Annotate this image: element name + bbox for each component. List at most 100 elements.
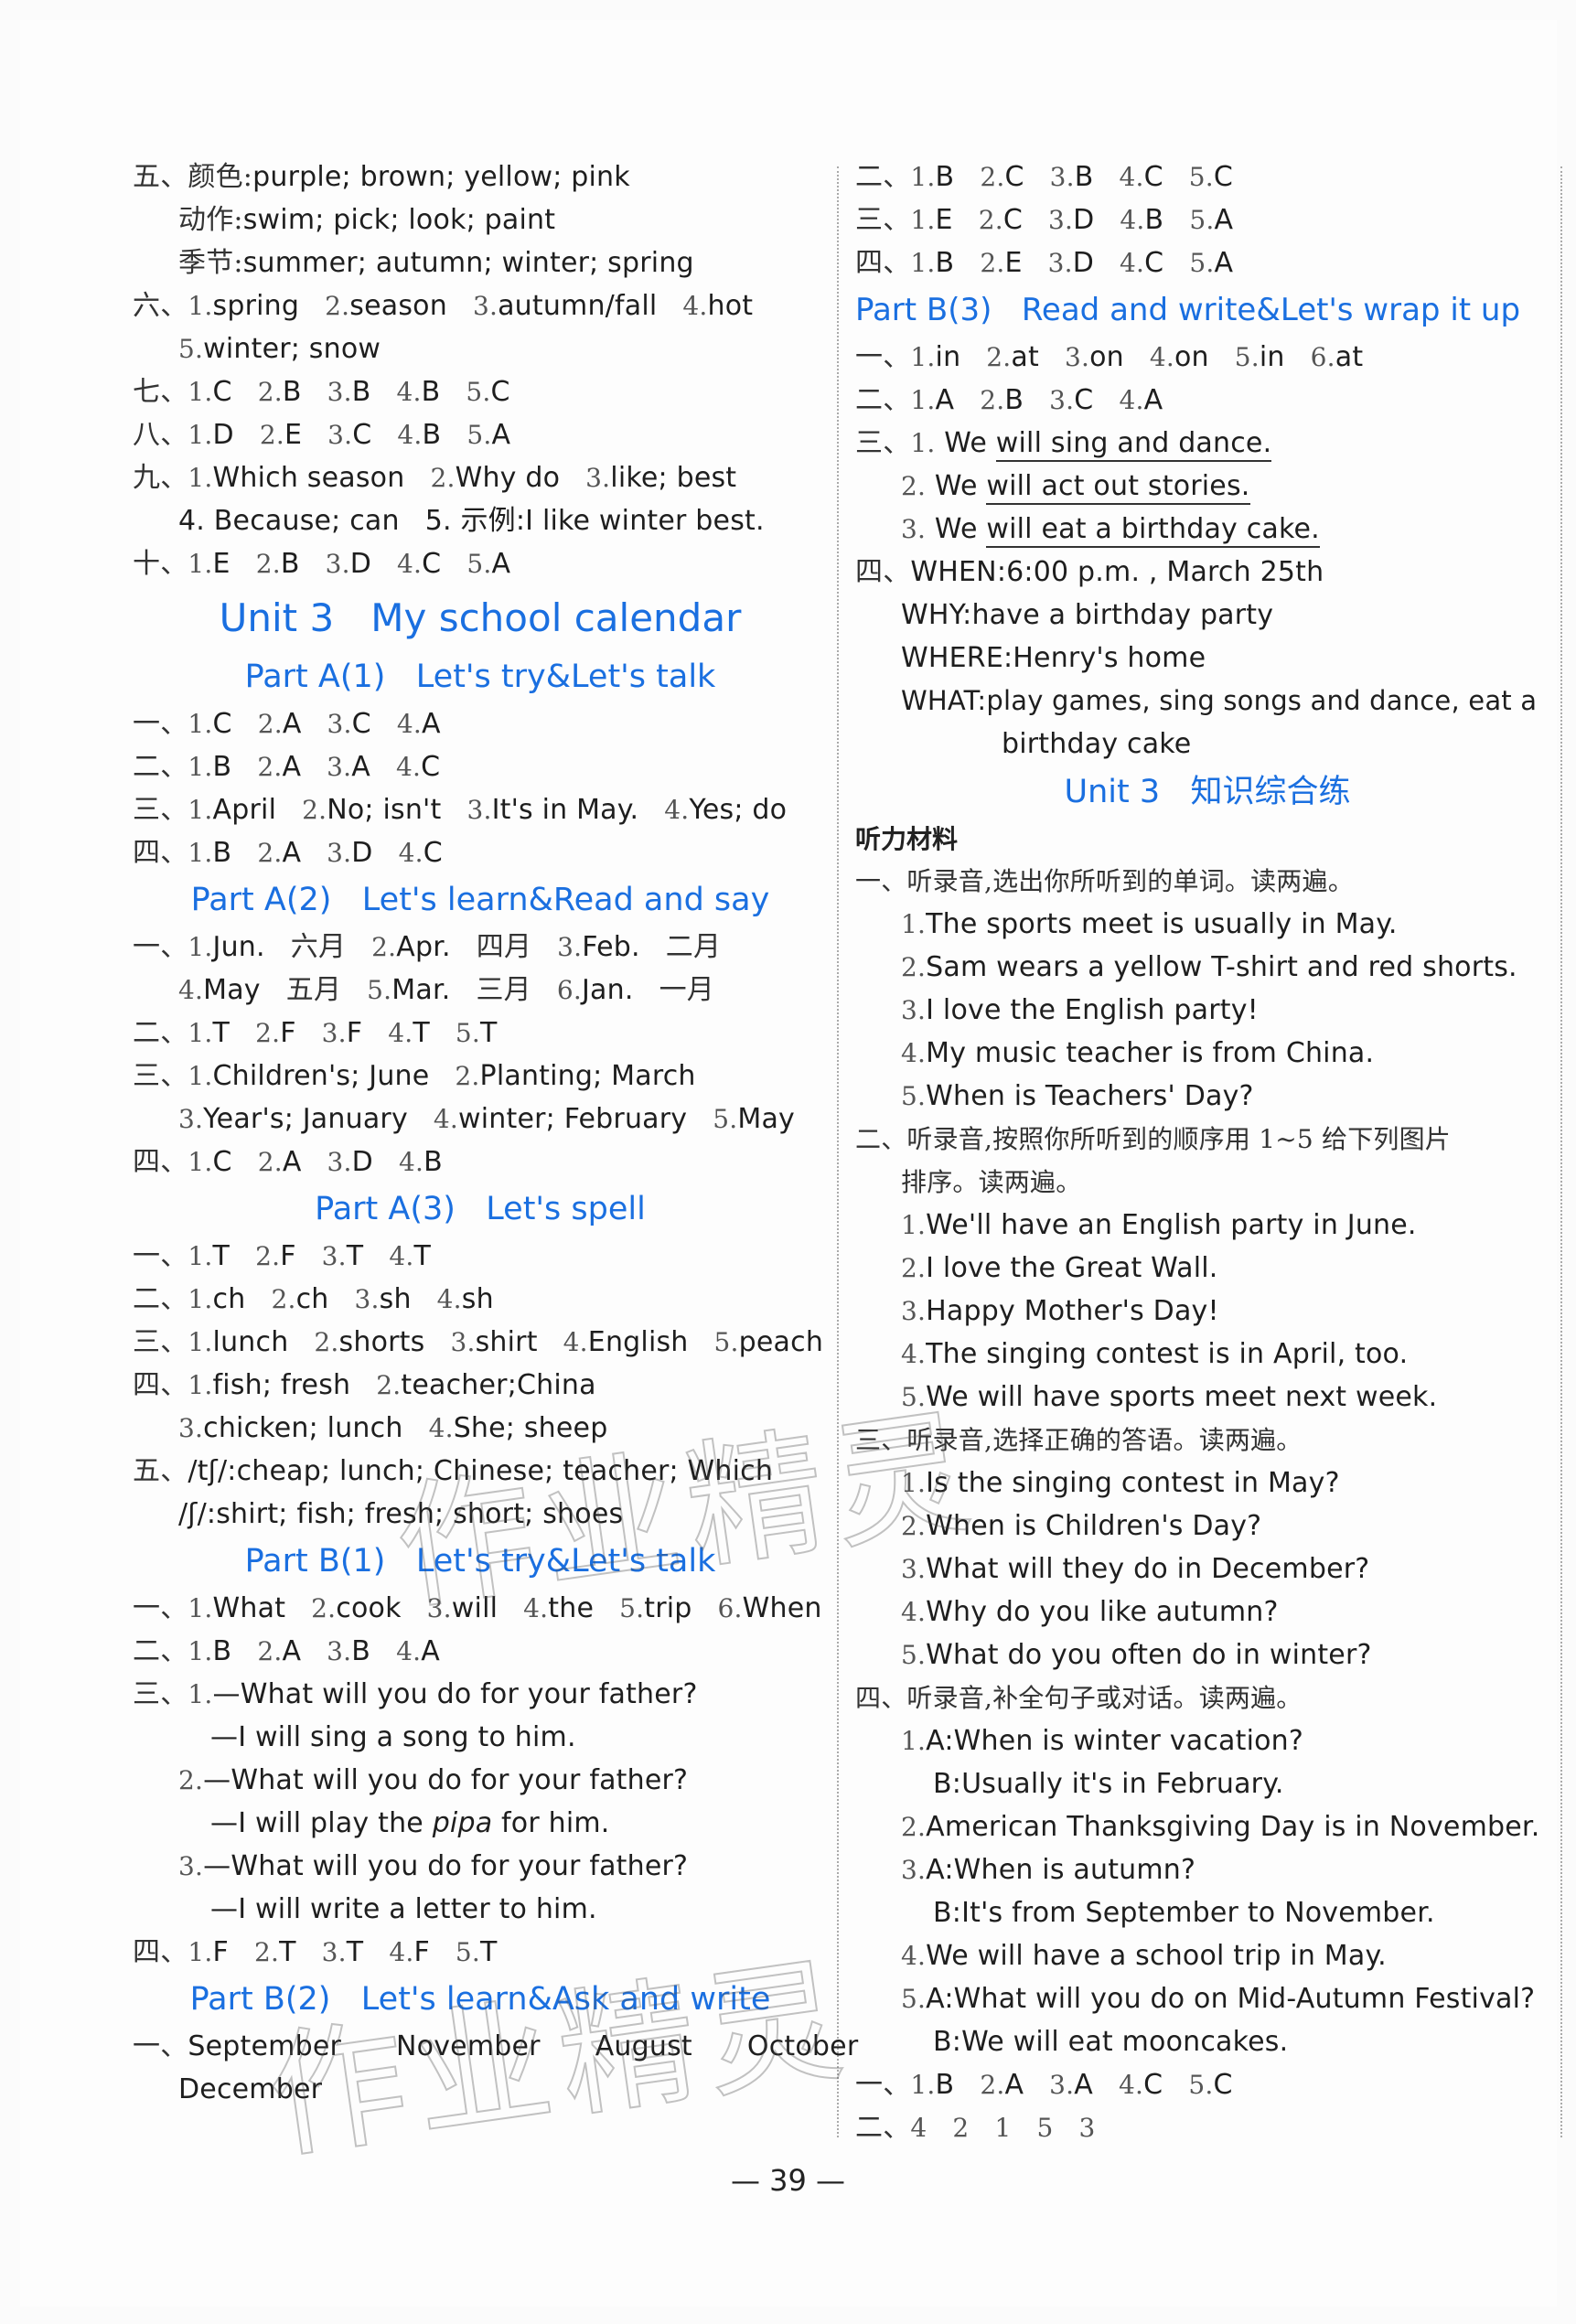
item-number: 1. — [188, 1937, 213, 1967]
answer-value: 3 — [1078, 2113, 1096, 2143]
section-label: 一、 — [133, 1592, 188, 1624]
answer-row: 季节:summer; autumn; winter; spring — [133, 241, 828, 284]
item-number: 4. — [178, 975, 204, 1005]
answer-item: 3.B — [327, 376, 371, 408]
listening-sentence: 4.My music teacher is from China. — [855, 1032, 1560, 1075]
answer-value: A — [1214, 247, 1234, 279]
item-number: 1. — [188, 752, 213, 782]
item-number: 5. — [1188, 2070, 1214, 2100]
answer-value: season — [349, 290, 447, 322]
answer-value: A:When is autumn? — [926, 1854, 1196, 1886]
answer-value: When — [742, 1592, 822, 1624]
answer-value: B — [212, 751, 232, 783]
answer-value: American Thanksgiving Day is in November… — [926, 1811, 1540, 1843]
answer-value: chicken; lunch — [203, 1412, 403, 1444]
answer-row: 五、颜色:purple; brown; yellow; pink — [133, 155, 828, 198]
answer-value: T — [346, 1240, 364, 1272]
answer-value: D — [1073, 204, 1095, 236]
answer-value: shorts — [338, 1326, 425, 1358]
answer-value: B — [282, 376, 302, 408]
answer-item: 2.American Thanksgiving Day is in Novemb… — [901, 1811, 1539, 1843]
listening-sentence: 1.We'll have an English party in June. — [855, 1204, 1560, 1247]
item-number: 3. — [557, 932, 583, 962]
answer-row: 5.winter; snow — [133, 327, 828, 370]
underlined-answer: will eat a birthday cake. — [986, 513, 1320, 548]
answer-value: May — [737, 1103, 795, 1135]
answer-value: B:It's from September to November. — [933, 1897, 1435, 1929]
answer-row: 2.—What will you do for your father? — [133, 1759, 828, 1802]
answer-row: 二、1.ch 2.ch 3.sh 4.sh — [133, 1278, 828, 1321]
answer-item: 4.Yes; do — [664, 794, 787, 826]
chinese-month: 五月 — [285, 974, 342, 1006]
answer-item: 1.Which season — [188, 462, 404, 494]
item-number: 5. — [713, 1104, 738, 1134]
item-number: 4. — [396, 377, 422, 407]
answer-value: ch — [295, 1283, 329, 1315]
item-number: 3. — [327, 420, 353, 450]
answer-item: 5.in — [1235, 341, 1285, 373]
item-number: 6. — [556, 975, 582, 1005]
answer-value: A — [1004, 2069, 1024, 2101]
item-number: 3. — [901, 1296, 927, 1326]
answer-row: 一、1.T 2.F 3.T 4.T — [133, 1235, 828, 1278]
answer-row: 一、1.C 2.A 3.C 4.A — [133, 702, 828, 745]
answer-item: 4.A — [396, 1635, 440, 1667]
answer-item: 5.Mar. — [367, 974, 450, 1006]
item-number: 2. — [255, 549, 281, 579]
item-number: 2. — [901, 952, 927, 982]
answer-item: 3.like; best — [585, 462, 736, 494]
item-number: 1. — [188, 838, 213, 868]
item-number: 4. — [1120, 205, 1145, 235]
answer-item: 5 — [1036, 2112, 1053, 2144]
answer-item: 5. 示例:I like winter best. — [424, 505, 765, 537]
answer-item: 3 — [1078, 2112, 1095, 2144]
item-number: 3. — [901, 1855, 927, 1885]
section-label: 三、 — [855, 204, 911, 236]
answer-item: 3.Feb. — [557, 931, 640, 963]
item-number: 2. — [325, 291, 350, 321]
answer-row: 动作:swim; pick; look; paint — [133, 198, 828, 241]
answer-item: 4.B — [1120, 204, 1163, 236]
answer-value: B — [935, 247, 955, 279]
answer-item: 2.Why do — [430, 462, 560, 494]
item-number: 4. — [1149, 342, 1174, 372]
item-number: 3. — [1049, 162, 1075, 192]
answer-row: 3.Year's; January 4.winter; February 5.May — [133, 1098, 828, 1141]
item-number: 4. — [901, 1597, 927, 1627]
section-label: 一、 — [855, 2069, 911, 2101]
item-number: 4. — [396, 752, 422, 782]
item-number: 4. — [436, 1284, 462, 1314]
answer-item: 4.C — [1120, 161, 1163, 193]
item-number: 4. — [388, 1018, 413, 1048]
item-number: 1. — [188, 709, 213, 739]
item-number: 1. — [188, 1370, 213, 1400]
answer-value: Happy Mother's Day! — [926, 1295, 1219, 1327]
answer-value: C — [1213, 161, 1234, 193]
answer-value: B — [351, 1635, 371, 1667]
answer-item: 2.A — [980, 2069, 1024, 2101]
item-number: 2. — [901, 471, 927, 501]
item-number: 5. — [466, 549, 492, 579]
dialog-answer: —I will write a letter to him. — [210, 1893, 597, 1925]
answer-row: 二、1.B 2.A 3.B 4.A — [133, 1630, 828, 1673]
answer-item: 1.April — [188, 794, 276, 826]
item-number: 5. — [178, 334, 204, 364]
answer-value: Which season — [212, 462, 405, 494]
answer-item: 4.A — [397, 708, 441, 740]
item-number: 2. — [257, 1636, 283, 1666]
answer-value: teacher;China — [401, 1369, 596, 1401]
answer-item: 3.D — [327, 1146, 373, 1178]
answer-item: 3.D — [326, 548, 371, 580]
answer-value: C — [421, 751, 441, 783]
answer-value: A — [1074, 2069, 1094, 2101]
item-number: 2. — [311, 1593, 337, 1623]
section-label: 四、 — [855, 247, 911, 279]
answer-value: C — [351, 708, 371, 740]
item-number: 5. — [901, 1640, 927, 1670]
answer-item: 5.A:What will you do on Mid-Autumn Festi… — [901, 1983, 1535, 2015]
listening-sentence: 2.I love the Great Wall. — [855, 1247, 1560, 1290]
answer-item: 4.sh — [437, 1283, 494, 1315]
answer-value: What do you often do in winter? — [926, 1639, 1372, 1671]
answer-value: shirt — [475, 1326, 538, 1358]
answer-value: F — [346, 1017, 363, 1049]
